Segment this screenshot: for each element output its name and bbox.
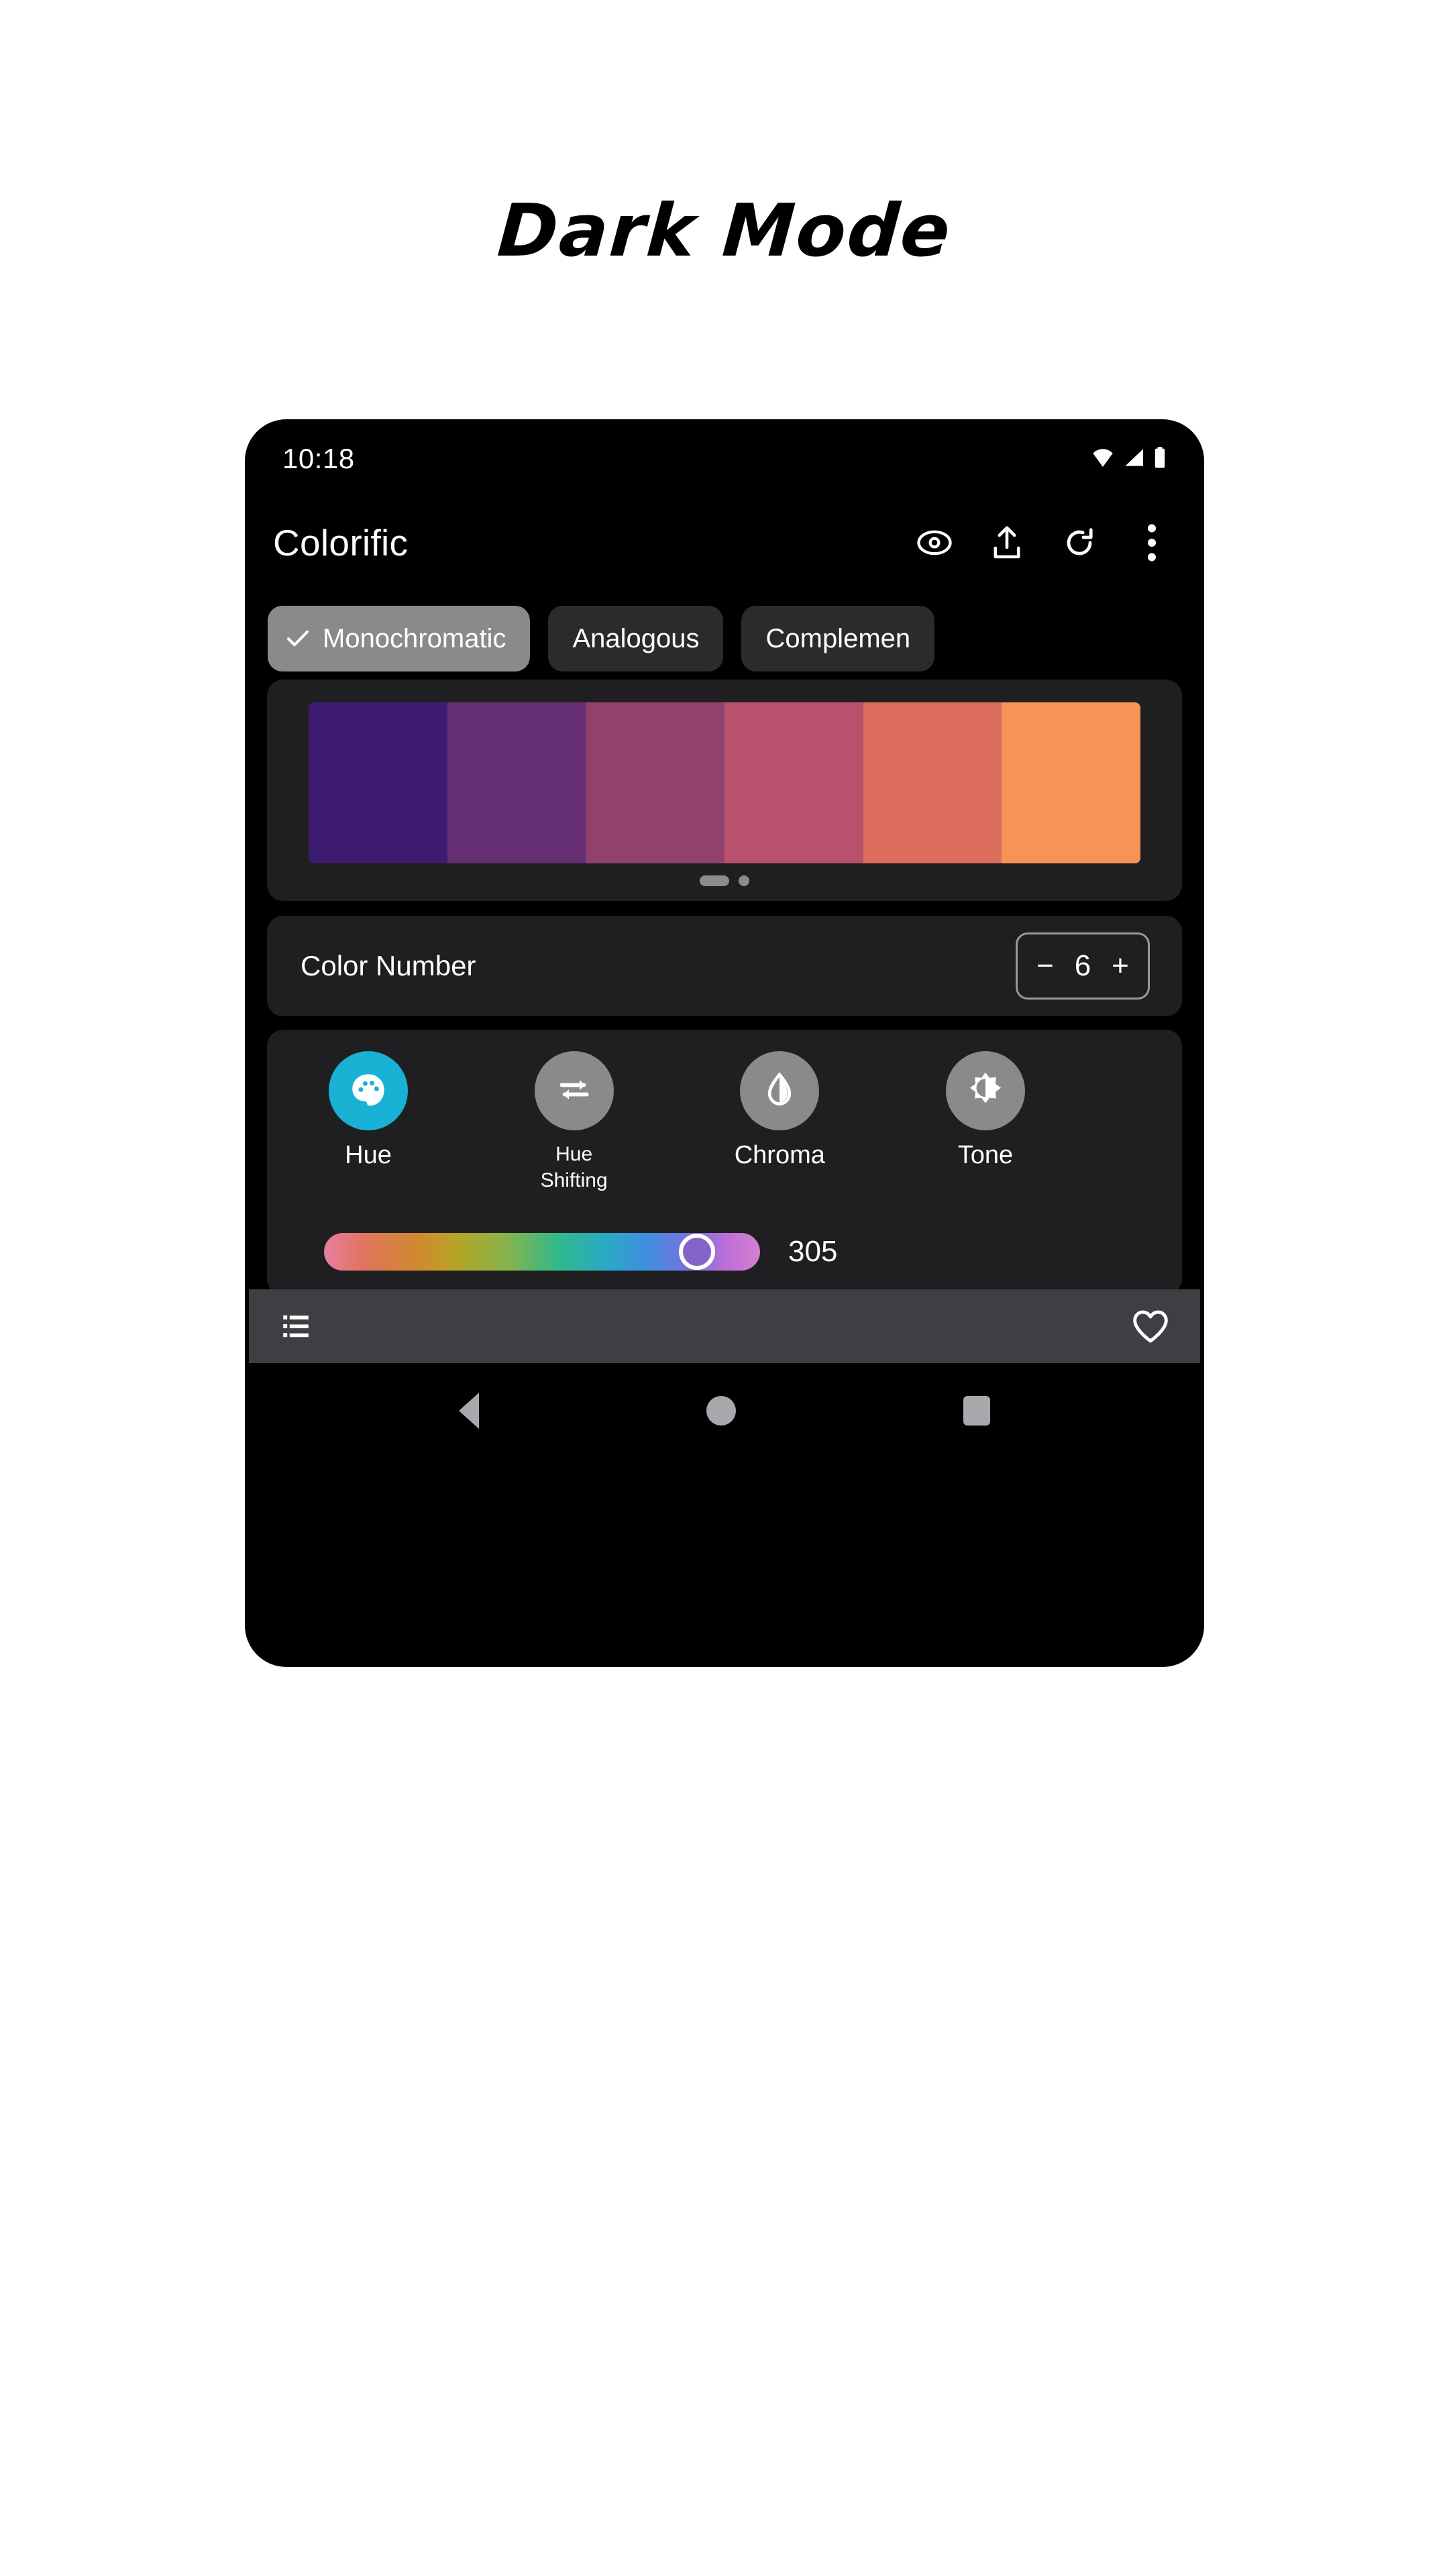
swap-arrows-icon [555,1071,593,1112]
chip-analogous[interactable]: Analogous [548,606,724,672]
tool-hue-label: Hue [345,1141,392,1169]
home-circle-icon[interactable] [706,1396,736,1426]
palette-swatch-strip[interactable] [309,702,1140,863]
tool-label-line1: Hue [555,1143,593,1165]
palette-card [267,680,1182,901]
color-number-card: Color Number − 6 + [267,916,1182,1016]
tool-hue-button[interactable] [329,1051,408,1130]
pager-dot-active[interactable] [700,875,729,886]
tool-tone-button[interactable] [945,1051,1025,1130]
scheme-chips-row[interactable]: Monochromatic Analogous Complemen [245,595,1204,682]
palette-icon [349,1070,388,1112]
back-triangle-icon[interactable] [459,1393,480,1429]
chip-label: Complemen [765,623,911,653]
palette-pager[interactable] [267,875,1182,886]
hue-slider-row: 305 [324,1233,1129,1271]
tool-chroma-label: Chroma [734,1141,825,1169]
app-bar: Colorific [245,498,1204,587]
cellular-signal-icon [1123,448,1144,470]
palette-swatch[interactable] [309,702,447,863]
chip-label: Monochromatic [323,623,506,653]
tool-hue[interactable]: Hue [305,1051,432,1193]
share-icon[interactable] [988,524,1026,561]
tool-hue-shifting[interactable]: Hue Shifting [511,1051,638,1193]
hue-slider-thumb[interactable] [678,1234,715,1270]
app-title: Colorific [273,522,409,564]
tool-chroma[interactable]: Chroma [716,1051,843,1193]
increment-button[interactable]: + [1109,951,1132,981]
bottom-app-bar [249,1289,1200,1363]
refresh-icon[interactable] [1061,524,1098,561]
favorite-heart-icon[interactable] [1132,1307,1169,1345]
status-time: 10:18 [282,443,355,474]
hue-slider[interactable] [324,1233,760,1271]
palette-swatch[interactable] [1002,702,1140,863]
tool-label-line2: Shifting [540,1169,608,1191]
tool-tone-label: Tone [957,1141,1014,1169]
tool-hue-shifting-label: Hue Shifting [541,1141,608,1193]
recents-square-icon[interactable] [963,1396,990,1426]
page-title: Dark Mode [494,189,955,273]
palette-swatch[interactable] [447,702,586,863]
palette-swatch[interactable] [586,702,725,863]
brightness-icon [967,1071,1004,1112]
overflow-menu-icon[interactable] [1133,524,1171,561]
app-bar-actions [916,524,1171,561]
status-icons [1091,446,1167,472]
decrement-button[interactable]: − [1034,951,1057,981]
chip-label: Analogous [572,623,700,653]
color-number-stepper[interactable]: − 6 + [1016,932,1150,1000]
status-bar: 10:18 [245,419,1204,498]
chip-monochromatic[interactable]: Monochromatic [268,606,531,672]
pager-dot[interactable] [739,875,749,886]
palette-swatch[interactable] [724,702,863,863]
water-drop-icon [761,1071,798,1111]
chip-complementary[interactable]: Complemen [741,606,935,672]
tool-tone[interactable]: Tone [922,1051,1049,1193]
color-number-label: Color Number [301,950,476,981]
preview-eye-icon[interactable] [916,524,953,561]
palette-swatch[interactable] [863,702,1002,863]
battery-icon [1153,446,1167,472]
tools-card: Hue Hue Shifting Chroma Tone 305 [267,1030,1182,1295]
tools-row: Hue Hue Shifting Chroma Tone [305,1051,1049,1193]
tool-chroma-button[interactable] [740,1051,820,1130]
check-icon [286,630,309,647]
phone-mockup: 10:18 Colorific Monochromatic Analogous … [245,419,1204,1667]
list-icon[interactable] [280,1307,317,1345]
wifi-icon [1091,448,1114,470]
android-nav-bar [245,1363,1204,1458]
color-number-value: 6 [1074,949,1091,982]
tool-hue-shifting-button[interactable] [534,1051,614,1130]
hue-slider-value: 305 [788,1235,838,1268]
